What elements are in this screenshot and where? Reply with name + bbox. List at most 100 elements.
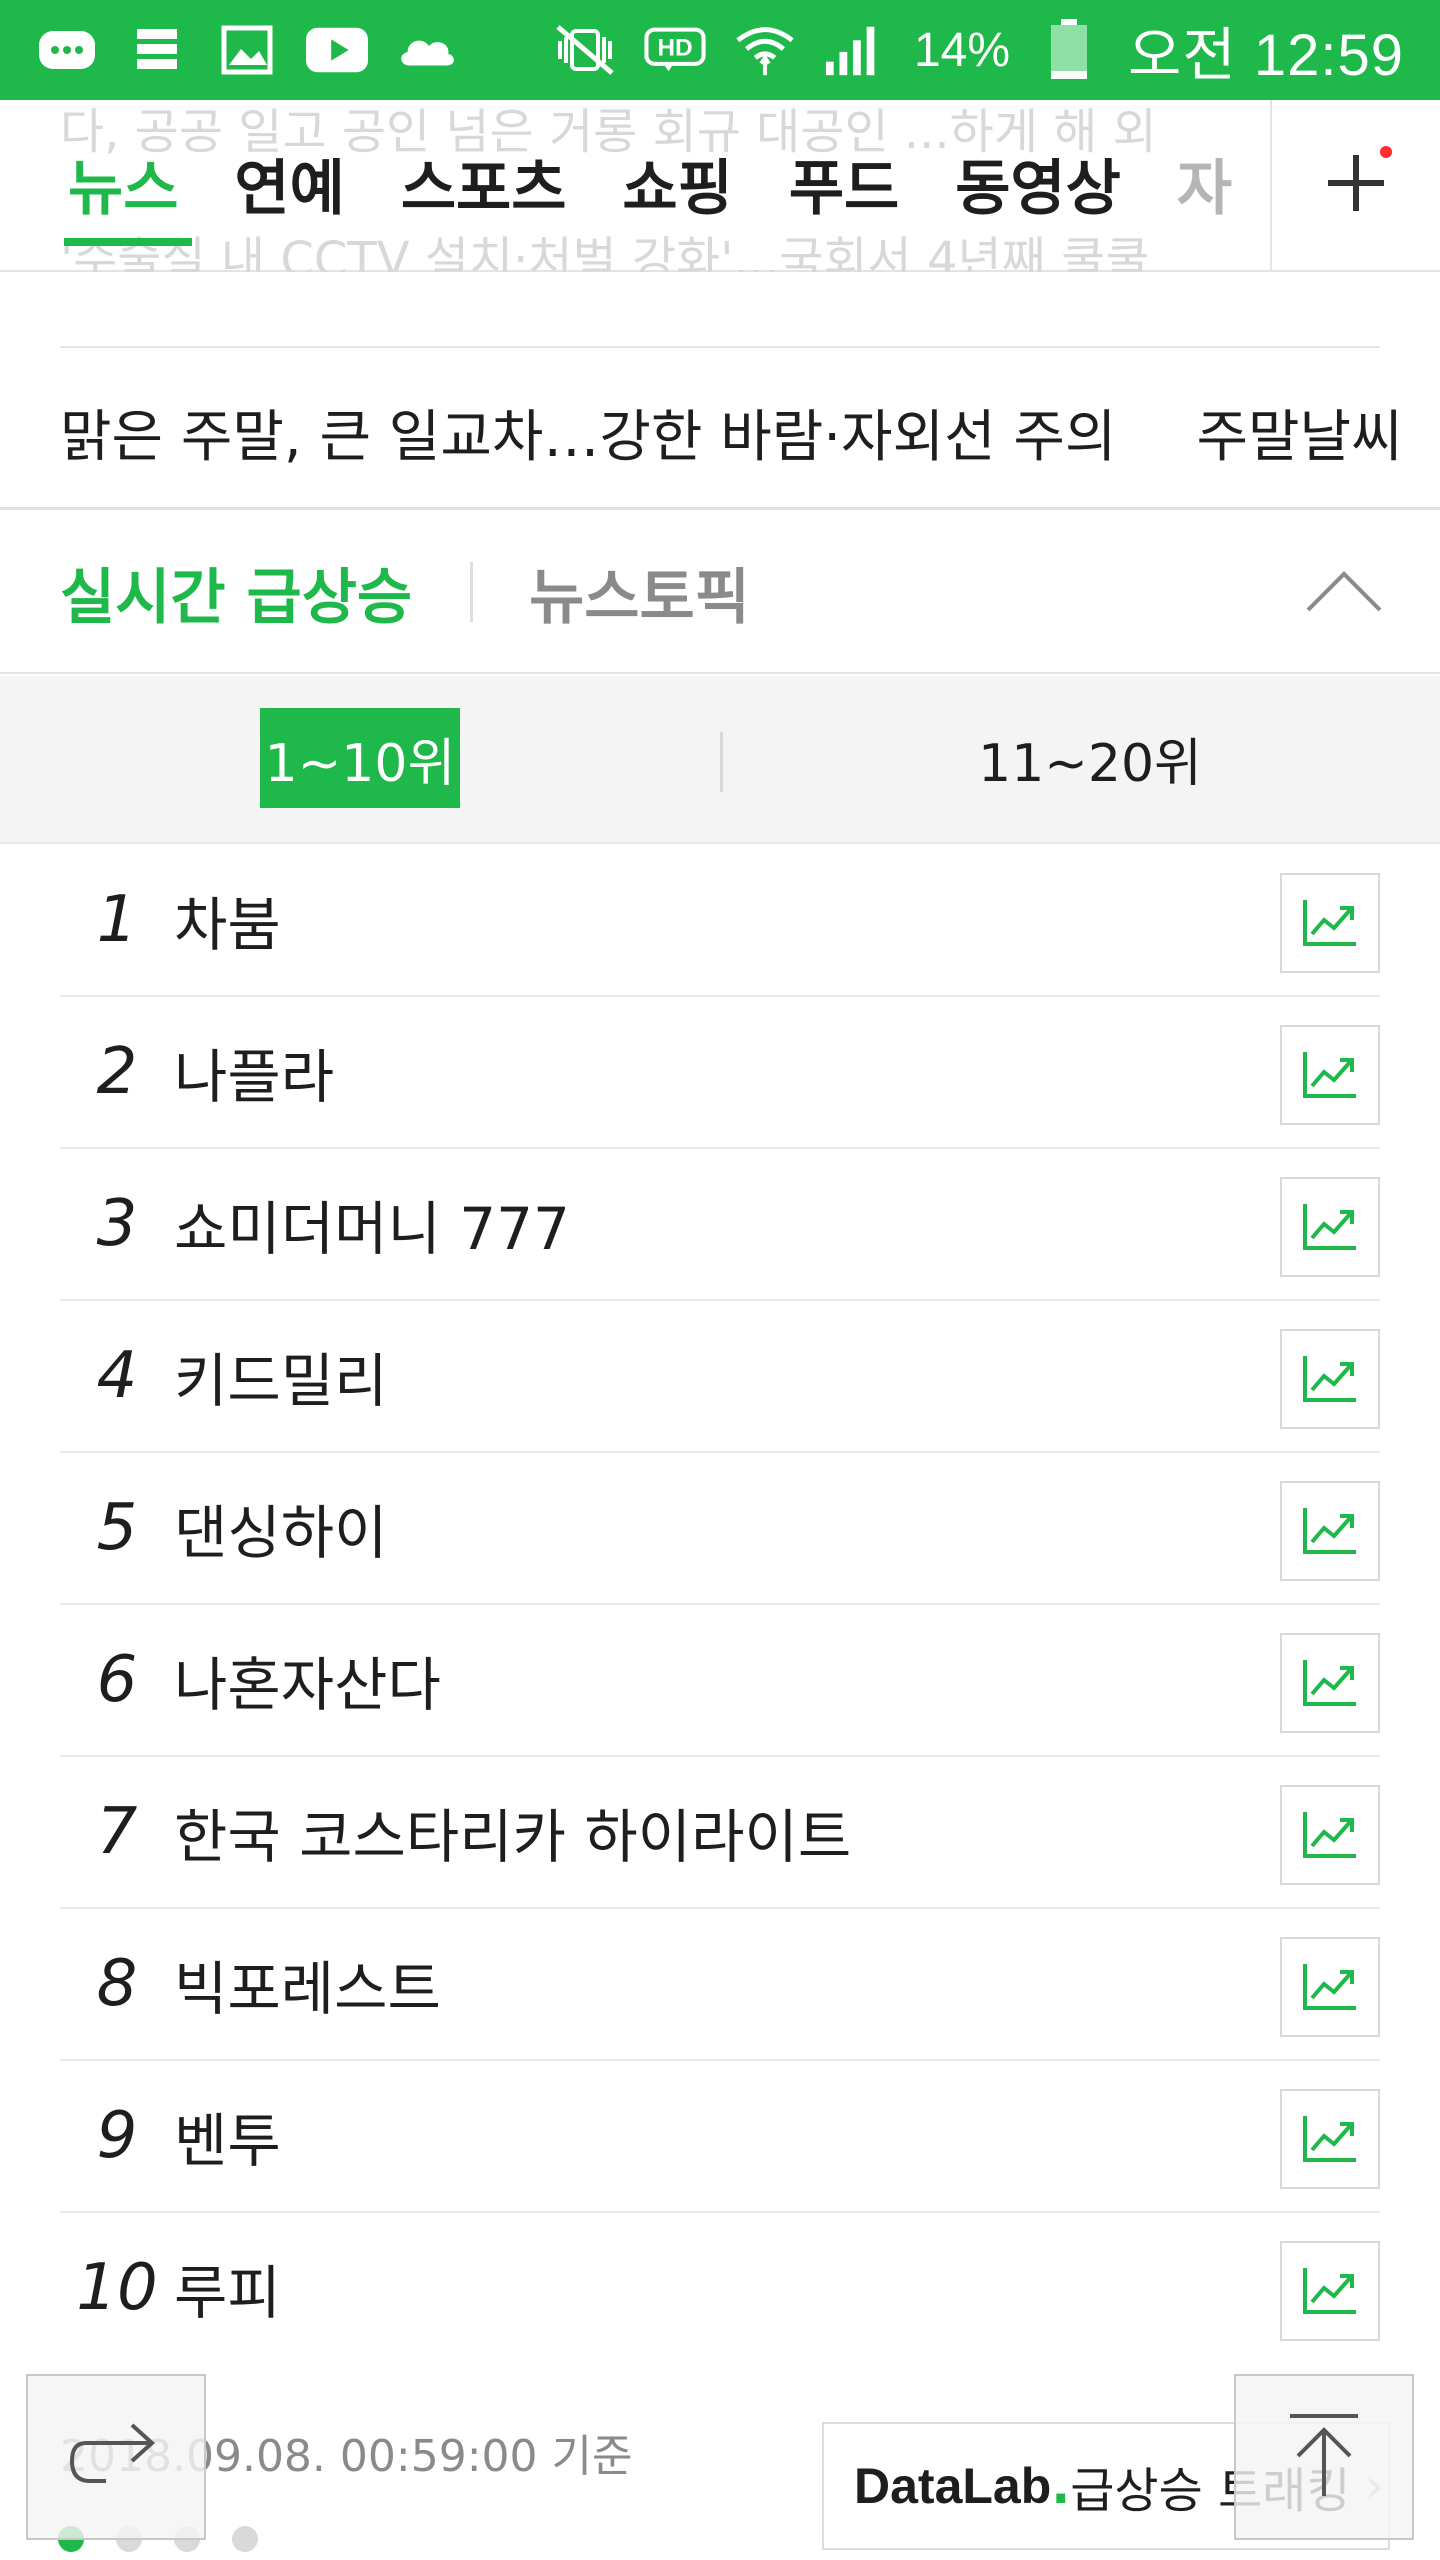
list-item[interactable]: 3 쇼미더머니 777	[60, 1149, 1380, 1301]
rank-number: 4	[96, 1339, 138, 1413]
rank-range-tabs: 1~10위 11~20위	[0, 676, 1440, 844]
list-item[interactable]: 2 나플라	[60, 997, 1380, 1149]
trend-chart-button[interactable]	[1280, 1937, 1380, 2037]
trend-chart-icon	[1303, 2268, 1356, 2314]
trend-chart-button[interactable]	[1280, 1329, 1380, 1429]
rank-number: 3	[96, 1187, 138, 1261]
svg-text:HD: HD	[657, 35, 692, 62]
rank-number: 6	[96, 1643, 138, 1717]
trend-chart-button[interactable]	[1280, 1025, 1380, 1125]
stack-icon	[126, 23, 188, 77]
cloud-icon	[396, 23, 458, 77]
wifi-icon	[734, 23, 796, 77]
headline-section: 맑은 주말, 큰 일교차…강한 바람·자외선 주의 주말날씨	[0, 272, 1440, 510]
headline-text[interactable]: 맑은 주말, 큰 일교차…강한 바람·자외선 주의	[60, 392, 1116, 473]
hd-icon: HD	[644, 23, 706, 77]
category-nav: 다, 공공 일고 공인 넘은 거롱 회규 대공인 ...하게 해 외 '수술실 …	[0, 100, 1440, 288]
divider	[470, 562, 474, 622]
datalab-dot: .	[1051, 2457, 1071, 2515]
divider	[720, 732, 723, 792]
rank-number: 5	[96, 1491, 138, 1565]
status-bar-system: HD 14% 오전 12:59	[554, 8, 1404, 92]
list-item[interactable]: 8 빅포레스트	[60, 1909, 1380, 2061]
trend-chart-button[interactable]	[1280, 1785, 1380, 1885]
battery-percent: 14%	[913, 23, 1011, 77]
share-arrow-icon	[66, 2415, 166, 2499]
list-item[interactable]: 10 루피	[60, 2213, 1380, 2365]
list-item[interactable]: 7 한국 코스타리카 하이라이트	[60, 1757, 1380, 1909]
tab-entertainment[interactable]: 연예	[206, 140, 372, 250]
tab-shopping[interactable]: 쇼핑	[594, 140, 760, 250]
category-tabs: 뉴스 연예 스포츠 쇼핑 푸드 동영상 자	[40, 140, 1260, 250]
realtime-header: 실시간 급상승 뉴스토픽	[0, 512, 1440, 674]
rank-keyword[interactable]: 루피	[174, 2246, 281, 2330]
page-dot[interactable]	[232, 2526, 258, 2552]
rank-keyword[interactable]: 차붐	[174, 878, 281, 962]
list-item[interactable]: 4 키드밀리	[60, 1301, 1380, 1453]
share-button[interactable]	[26, 2374, 206, 2540]
trend-chart-button[interactable]	[1280, 2089, 1380, 2189]
tab-news-topic[interactable]: 뉴스토픽	[529, 549, 750, 636]
tab-sports[interactable]: 스포츠	[373, 140, 595, 250]
trend-chart-icon	[1303, 1964, 1356, 2010]
trend-chart-icon	[1303, 2116, 1356, 2162]
trend-chart-icon	[1303, 1356, 1356, 1402]
tab-car[interactable]: 자	[1149, 140, 1260, 250]
trend-chart-button[interactable]	[1280, 1177, 1380, 1277]
trend-chart-icon	[1303, 1052, 1356, 1098]
rank-number: 2	[96, 1035, 138, 1109]
trend-chart-icon	[1303, 1812, 1356, 1858]
tab-realtime-rising[interactable]: 실시간 급상승	[60, 549, 412, 636]
mute-vibrate-icon	[554, 23, 616, 77]
tab-food[interactable]: 푸드	[761, 140, 927, 250]
rank-keyword[interactable]: 빅포레스트	[174, 1942, 441, 2026]
headline-item[interactable]: 맑은 주말, 큰 일교차…강한 바람·자외선 주의 주말날씨	[60, 382, 1403, 482]
plus-icon	[1324, 151, 1388, 219]
rank-keyword[interactable]: 한국 코스타리카 하이라이트	[174, 1790, 851, 1874]
clock: 오전 12:59	[1128, 23, 1404, 88]
chat-icon	[36, 23, 98, 77]
arrow-up-icon	[1284, 2410, 1364, 2504]
trend-chart-button[interactable]	[1280, 1481, 1380, 1581]
rank-number: 7	[96, 1795, 138, 1869]
youtube-icon	[306, 23, 368, 77]
rank-number: 8	[96, 1947, 138, 2021]
rank-number: 10	[76, 2251, 158, 2325]
list-item[interactable]: 6 나혼자산다	[60, 1605, 1380, 1757]
status-bar: HD 14% 오전 12:59	[0, 0, 1440, 100]
rank-keyword[interactable]: 댄싱하이	[174, 1486, 387, 1570]
list-item[interactable]: 9 벤투	[60, 2061, 1380, 2213]
trend-chart-icon	[1303, 1508, 1356, 1554]
add-category-button[interactable]	[1270, 100, 1440, 270]
battery-icon	[1038, 19, 1100, 79]
footer: 2018.09.08. 00:59:00 기준 DataLab . 급상승 트래…	[0, 2362, 1440, 2560]
trend-chart-button[interactable]	[1280, 1633, 1380, 1733]
tab-news[interactable]: 뉴스	[40, 140, 206, 250]
collapse-chevron-up-icon[interactable]	[1304, 562, 1384, 622]
tab-rank-1-10[interactable]: 1~10위	[260, 708, 460, 808]
rank-number: 9	[96, 2099, 138, 2173]
rank-keyword[interactable]: 키드밀리	[174, 1334, 387, 1418]
rank-keyword[interactable]: 쇼미더머니 777	[174, 1182, 570, 1266]
scroll-to-top-button[interactable]	[1234, 2374, 1414, 2540]
divider	[60, 346, 1380, 348]
trend-chart-icon	[1303, 1660, 1356, 1706]
list-item[interactable]: 5 댄싱하이	[60, 1453, 1380, 1605]
ranking-list: 1 차붐 2 나플라 3 쇼미더머니 777 4 키드밀리 5 댄싱하이 6 나…	[0, 845, 1440, 2365]
headline-tag[interactable]: 주말날씨	[1196, 392, 1402, 473]
trend-chart-icon	[1303, 1204, 1356, 1250]
tab-video[interactable]: 동영상	[927, 140, 1149, 250]
rank-number: 1	[96, 883, 138, 957]
status-bar-notifications	[36, 23, 458, 77]
list-item[interactable]: 1 차붐	[60, 845, 1380, 997]
tab-rank-11-20[interactable]: 11~20위	[900, 708, 1280, 808]
trend-chart-button[interactable]	[1280, 873, 1380, 973]
trend-chart-icon	[1303, 900, 1356, 946]
trend-chart-button[interactable]	[1280, 2241, 1380, 2341]
rank-keyword[interactable]: 나혼자산다	[174, 1638, 441, 1722]
new-badge-dot	[1380, 146, 1392, 158]
rank-keyword[interactable]: 나플라	[174, 1030, 334, 1114]
signal-icon	[824, 23, 886, 77]
datalab-brand: DataLab	[854, 2458, 1052, 2514]
rank-keyword[interactable]: 벤투	[174, 2094, 281, 2178]
